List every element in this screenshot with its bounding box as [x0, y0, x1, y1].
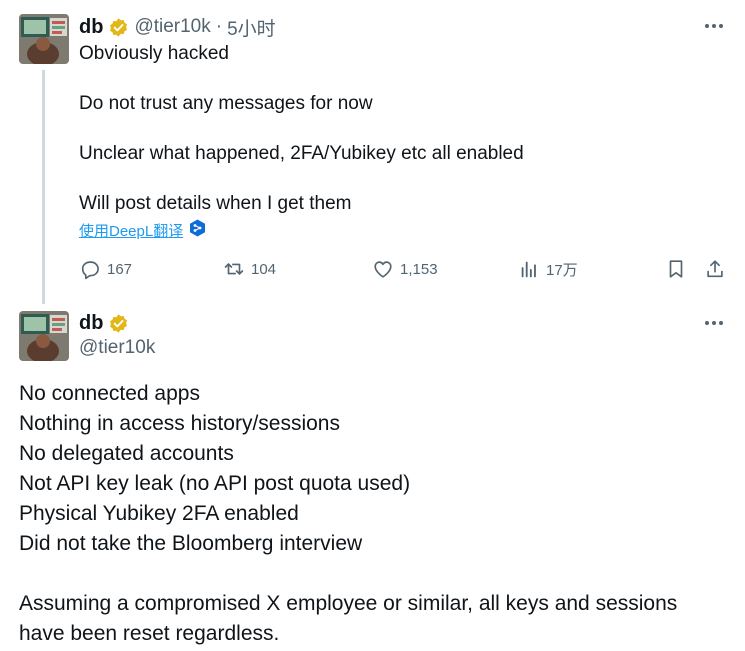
tweet-text-line: have been reset regardless. — [19, 622, 280, 645]
separator: · — [215, 16, 223, 37]
translate-link[interactable]: 使用DeepL翻译 — [79, 220, 183, 241]
author-name[interactable]: db — [79, 312, 103, 335]
like-icon — [374, 261, 392, 278]
views-icon — [521, 261, 536, 278]
tweet-text-line: Unclear what happened, 2FA/Yubikey etc a… — [79, 143, 524, 164]
tweet-text-line: Not API key leak (no API post quota used… — [19, 472, 411, 495]
verified-badge-icon — [108, 313, 129, 334]
share-button[interactable] — [704, 258, 726, 280]
repost-count: 104 — [251, 260, 277, 278]
more-icon[interactable] — [703, 313, 725, 333]
tweet-text-line: Assuming a compromised X employee or sim… — [19, 592, 678, 615]
avatar[interactable] — [19, 14, 69, 64]
more-icon[interactable] — [703, 16, 725, 36]
timestamp[interactable]: 5小时 — [227, 14, 276, 41]
author-handle[interactable]: @tier10k — [134, 16, 210, 38]
author-handle[interactable]: @tier10k — [79, 337, 155, 359]
avatar[interactable] — [19, 311, 69, 361]
views-count: 17万 — [546, 261, 578, 279]
share-icon — [707, 260, 723, 278]
bookmark-button[interactable] — [665, 258, 687, 280]
tweet-text-line: No delegated accounts — [19, 442, 234, 465]
tweet-text-line: Physical Yubikey 2FA enabled — [19, 502, 299, 525]
reply-button[interactable]: 167 — [79, 258, 132, 280]
tweet-header: db — [79, 312, 129, 335]
verified-badge-icon — [108, 17, 129, 38]
author-name[interactable]: db — [79, 16, 103, 39]
repost-button[interactable]: 104 — [223, 258, 276, 280]
tweet-header: db @tier10k · 5小时 — [79, 14, 276, 41]
tweet-text-line: Nothing in access history/sessions — [19, 412, 340, 435]
like-button[interactable]: 1,153 — [372, 258, 438, 280]
deepl-icon — [189, 219, 206, 242]
reply-count: 167 — [107, 260, 133, 278]
action-bar: 167 104 1,153 17万 — [0, 256, 745, 286]
bookmark-icon — [669, 260, 683, 278]
views-button[interactable]: 17万 — [518, 258, 578, 280]
tweet-text-line: No connected apps — [19, 382, 200, 405]
repost-icon — [224, 263, 244, 275]
like-count: 1,153 — [400, 260, 438, 278]
translate-row: 使用DeepL翻译 — [79, 219, 206, 242]
tweet-text-line: Do not trust any messages for now — [79, 93, 373, 114]
reply-icon — [81, 261, 99, 280]
tweet-text-line: Did not take the Bloomberg interview — [19, 532, 363, 555]
tweet-text-line: Will post details when I get them — [79, 193, 352, 214]
tweet-text-line: Obviously hacked — [79, 43, 229, 64]
